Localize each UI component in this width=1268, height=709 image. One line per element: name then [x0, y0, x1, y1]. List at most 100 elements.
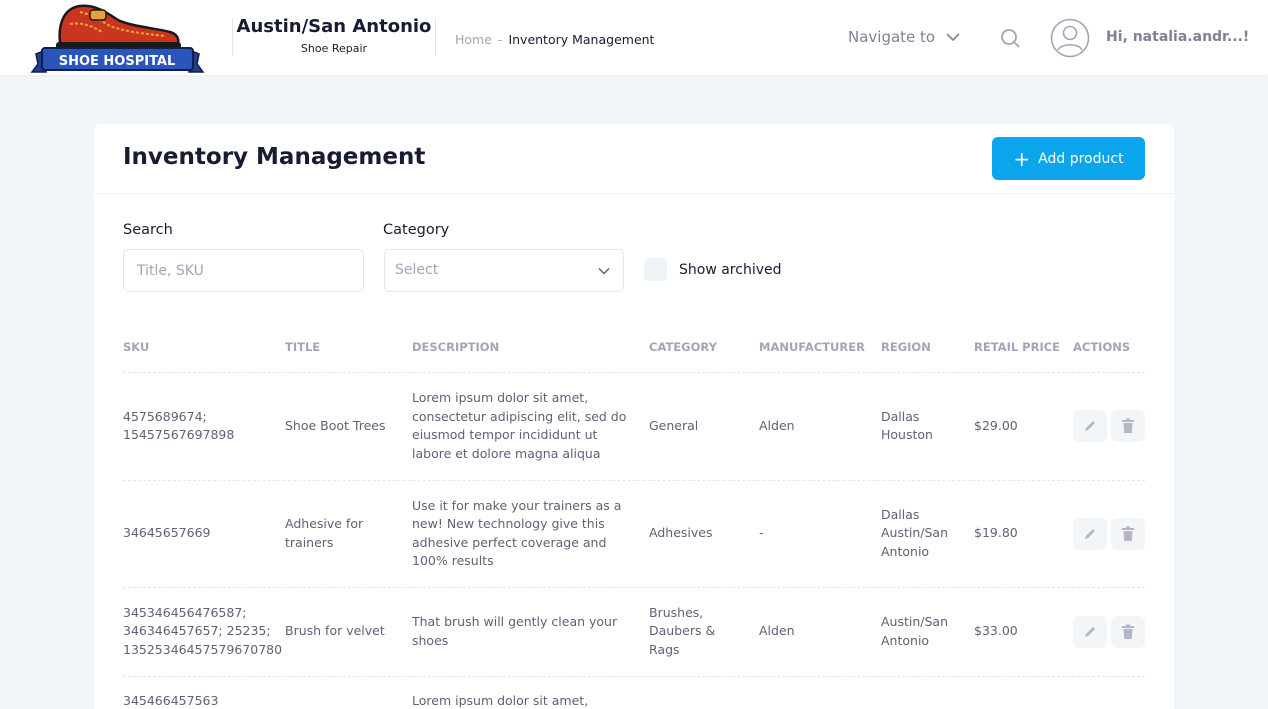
top-bar: SHOE HOSPITAL Austin/San Antonio Shoe Re…: [0, 0, 1268, 75]
breadcrumb-current: Inventory Management: [508, 32, 655, 47]
cell-sku: 4575689674; 15457567697898: [123, 408, 234, 445]
trash-icon: [1122, 526, 1134, 541]
user-avatar-icon[interactable]: [1050, 18, 1090, 58]
column-header-region: REGION: [881, 340, 931, 354]
cell-line: 346346457657; 25235;: [123, 623, 271, 639]
cell-line: trainers: [285, 534, 334, 550]
column-header-manufacturer: MANUFACTURER: [759, 340, 865, 354]
row-divider: [123, 587, 1145, 588]
cell-line: Austin/San: [881, 614, 949, 629]
trash-icon: [1122, 418, 1134, 433]
delete-button[interactable]: [1111, 410, 1145, 442]
cell-line: 345346456476587;: [123, 604, 247, 620]
cell-line: 34645657669: [123, 525, 211, 541]
cell-line: Dallas: [881, 506, 920, 522]
plus-icon: +: [1013, 146, 1031, 171]
cell-description: Lorem ipsum dolor sit amet,: [412, 692, 588, 709]
search-input[interactable]: [123, 249, 364, 292]
cell-line: Daubers &: [649, 623, 716, 639]
cell-line: adhesive perfect coverage and: [412, 534, 607, 550]
row-divider: [123, 676, 1145, 677]
column-header-description: DESCRIPTION: [412, 340, 500, 354]
search-icon[interactable]: [998, 26, 1022, 50]
cell-line: Houston: [881, 427, 933, 442]
category-label: Category: [383, 222, 450, 238]
pencil-icon: [1085, 528, 1095, 539]
cell-line: 345466457563: [123, 693, 219, 708]
cell-line: 15457567697898: [123, 427, 235, 442]
cell-region: Austin/San Antonio: [881, 613, 948, 650]
cell-category: Brushes, Daubers & Rags: [649, 604, 715, 660]
cell-sku: 345466457563: [123, 692, 218, 709]
cell-line: Shoe Boot Trees: [285, 417, 386, 433]
cell-line: labore et dolore magna aliqua: [412, 445, 601, 461]
cell-manufacturer: -: [759, 524, 764, 543]
column-header-retail-price: RETAIL PRICE: [974, 340, 1061, 354]
cell-sku: 345346456476587; 346346457657; 25235; 1352…: [123, 604, 282, 660]
show-archived-label[interactable]: Show archived: [679, 262, 782, 278]
cell-manufacturer: Alden: [759, 417, 795, 436]
column-header-title: TITLE: [285, 340, 321, 354]
cell-price: $29.00: [974, 417, 1018, 436]
cell-line: $29.00: [974, 417, 1018, 433]
logo-text: SHOE HOSPITAL: [59, 54, 176, 69]
header-divider: [123, 372, 1145, 373]
add-product-label: Add product: [1038, 150, 1124, 167]
store-subtitle: Shoe Repair: [300, 42, 368, 55]
cell-line: That brush will gently clean your: [412, 614, 618, 629]
cell-line: Alden: [759, 623, 795, 639]
category-select-value: Select: [395, 262, 439, 278]
card-header: Inventory Management + Add product: [94, 124, 1174, 194]
cell-line: General: [649, 417, 699, 433]
cell-title: Adhesive for trainers: [285, 515, 363, 552]
cell-line: Alden: [759, 417, 795, 433]
search-label: Search: [123, 222, 173, 238]
cell-line: Antonio: [881, 632, 930, 648]
inventory-card: Inventory Management + Add product Searc…: [94, 124, 1174, 709]
cell-title: Shoe Boot Trees: [285, 417, 385, 436]
breadcrumb-home[interactable]: Home: [455, 32, 492, 47]
cell-line: Brushes,: [649, 604, 704, 620]
cell-region: Dallas Houston: [881, 408, 933, 445]
delete-button[interactable]: [1111, 615, 1145, 648]
cell-line: Dallas: [881, 408, 920, 424]
column-header-category: CATEGORY: [649, 340, 717, 354]
show-archived-checkbox[interactable]: [644, 258, 667, 281]
store-name: Austin/San Antonio: [236, 16, 432, 37]
add-product-button[interactable]: + Add product: [992, 137, 1145, 180]
cell-price: $33.00: [974, 622, 1018, 641]
cell-category: Adhesives: [649, 524, 712, 543]
row-divider: [123, 480, 1145, 481]
cell-line: 4575689674;: [123, 408, 207, 424]
cell-line: Lorem ipsum dolor sit amet,: [412, 390, 589, 405]
chevron-down-icon: [598, 267, 610, 275]
cell-line: 13525346457579670780: [123, 641, 283, 657]
edit-button[interactable]: [1073, 517, 1107, 550]
cell-line: Lorem ipsum dolor sit amet,: [412, 693, 589, 708]
cell-line: Adhesive for: [285, 516, 364, 531]
cell-line: -: [759, 525, 764, 541]
pencil-icon: [1085, 626, 1095, 637]
cell-region: Dallas Austin/San Antonio: [881, 506, 948, 562]
cell-line: Use it for make your trainers as a: [412, 497, 622, 513]
user-greeting[interactable]: Hi, natalia.andr...!: [1106, 29, 1249, 45]
navigate-to-dropdown[interactable]: Navigate to: [848, 28, 961, 46]
page-title: Inventory Management: [123, 144, 426, 170]
cell-line: Adhesives: [649, 525, 713, 541]
breadcrumb: Home - Inventory Management: [455, 32, 654, 47]
cell-line: Austin/San: [881, 525, 949, 541]
store-brand: Austin/San Antonio Shoe Repair: [232, 16, 436, 56]
shoe-hospital-logo[interactable]: SHOE HOSPITAL: [30, 2, 205, 73]
cell-line: Antonio: [881, 543, 930, 559]
edit-button[interactable]: [1073, 410, 1107, 442]
cell-line: shoes: [412, 632, 449, 648]
cell-line: $19.80: [974, 525, 1018, 541]
delete-button[interactable]: [1111, 517, 1145, 550]
navigate-to-label: Navigate to: [848, 28, 936, 46]
category-select[interactable]: Select: [384, 249, 624, 292]
cell-line: eiusmod tempor incididunt ut: [412, 427, 598, 442]
cell-description: Lorem ipsum dolor sit amet, consectetur a…: [412, 389, 626, 463]
trash-icon: [1122, 624, 1134, 639]
cell-line: new! New technology give this: [412, 516, 605, 531]
edit-button[interactable]: [1073, 615, 1107, 648]
